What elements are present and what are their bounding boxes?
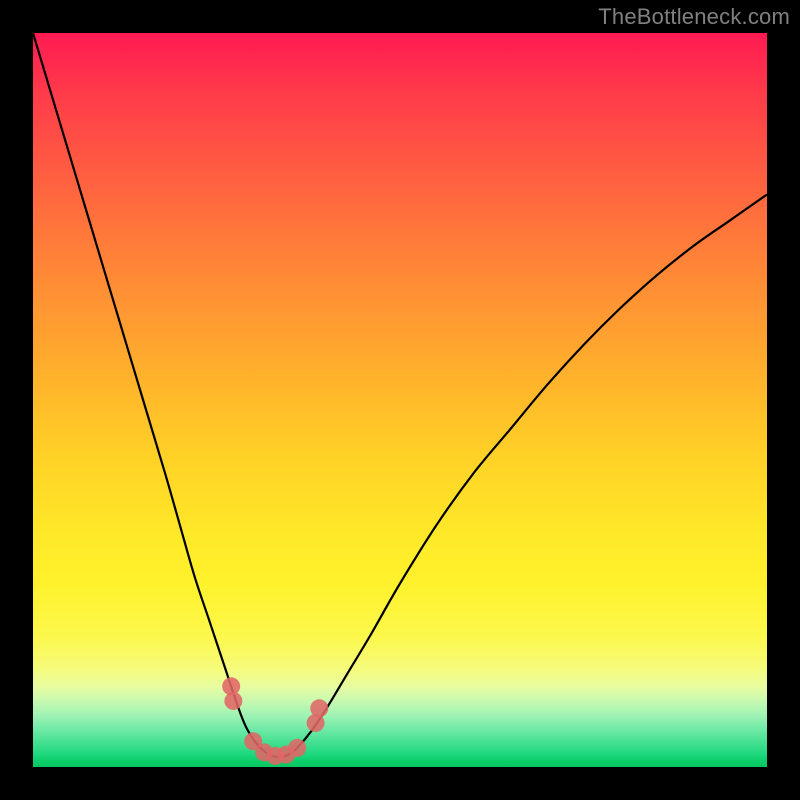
- chart-frame: TheBottleneck.com: [0, 0, 800, 800]
- watermark-text: TheBottleneck.com: [598, 4, 790, 30]
- data-marker: [288, 739, 306, 757]
- data-marker: [224, 692, 242, 710]
- bottleneck-curve: [33, 33, 767, 757]
- data-marker: [310, 699, 328, 717]
- curve-layer: [33, 33, 767, 767]
- marker-group: [222, 677, 328, 765]
- plot-area: [33, 33, 767, 767]
